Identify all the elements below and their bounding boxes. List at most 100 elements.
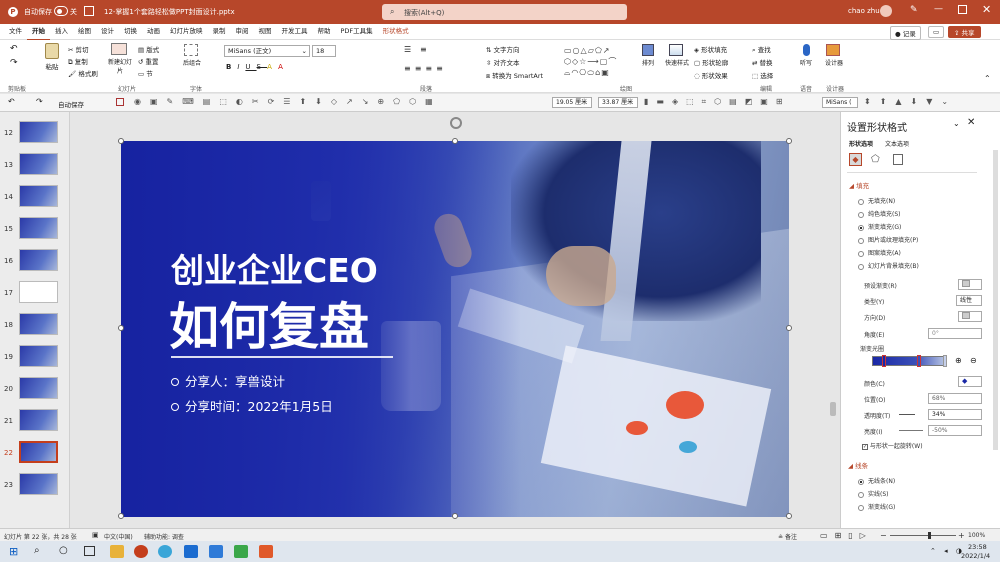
- font-size-select[interactable]: 18: [312, 45, 336, 57]
- bullets-icon[interactable]: ☰: [404, 45, 411, 54]
- tab-0[interactable]: 文件: [4, 24, 27, 39]
- pane-options-icon[interactable]: ⌄: [953, 119, 960, 128]
- gradient-stop-2[interactable]: [917, 355, 921, 367]
- slide-title-line2[interactable]: 如何复盘: [169, 287, 369, 359]
- maximize-icon[interactable]: [958, 5, 967, 14]
- present-icon[interactable]: ▭: [928, 26, 945, 38]
- redo-small-icon[interactable]: ↷: [36, 97, 43, 106]
- strike-icon[interactable]: S: [257, 63, 268, 71]
- slide-thumbnail[interactable]: [19, 409, 58, 431]
- ribbon-collapse-icon[interactable]: ⌃: [984, 74, 991, 83]
- highlight-icon[interactable]: A: [267, 63, 278, 71]
- windows-start-icon[interactable]: ⊞: [9, 545, 18, 558]
- transparency-slider[interactable]: [899, 414, 915, 415]
- resize-handle[interactable]: [452, 138, 458, 144]
- clock-date[interactable]: 2022/1/4: [961, 552, 990, 560]
- save-small-icon[interactable]: [116, 98, 124, 106]
- search-box[interactable]: ⌕ 搜索(Alt+Q): [382, 4, 627, 20]
- zoom-slider[interactable]: [890, 532, 956, 539]
- select-button[interactable]: ⬚ 选择: [752, 70, 773, 80]
- slide-thumbnail[interactable]: [19, 185, 58, 207]
- powerpoint-taskbar-icon[interactable]: [134, 545, 148, 558]
- pane-close-icon[interactable]: ✕: [967, 117, 975, 128]
- record-button[interactable]: ● 记录: [890, 26, 921, 40]
- autosave-toggle[interactable]: [54, 6, 68, 16]
- resize-handle[interactable]: [118, 513, 124, 519]
- file-name[interactable]: 12-掌握1个套路轻松做PPT封面设计.pptx: [104, 7, 235, 17]
- slide-thumbnail[interactable]: [19, 249, 58, 271]
- align-text-button[interactable]: ⇳ 对齐文本: [486, 57, 520, 67]
- tray-icons[interactable]: ⌃ ◂ ◑: [930, 547, 965, 555]
- quick-styles-button[interactable]: 快速样式: [664, 44, 689, 67]
- align-left-icon[interactable]: ≡: [404, 64, 415, 73]
- close-icon[interactable]: ✕: [982, 3, 991, 16]
- gradient-stop-1[interactable]: [882, 355, 886, 367]
- notes-button[interactable]: ≗ 备注: [778, 532, 797, 541]
- clock-time[interactable]: 23:58: [968, 543, 987, 551]
- brightness-field[interactable]: -50%: [928, 425, 982, 436]
- undo-small-icon[interactable]: ↶: [8, 97, 15, 106]
- sharer-row[interactable]: 分享人：享兽设计: [171, 371, 285, 390]
- slide-thumbnail[interactable]: [19, 281, 58, 303]
- tab-11[interactable]: 开发工具: [277, 24, 313, 39]
- slide-thumbnail[interactable]: [19, 441, 58, 463]
- zoom-thumb[interactable]: [928, 532, 931, 539]
- sorter-view-icon[interactable]: ⊞: [835, 531, 849, 540]
- tab-7[interactable]: 幻灯片放映: [165, 24, 208, 39]
- tab-shape-options[interactable]: 形状选项: [849, 139, 873, 148]
- fill-option[interactable]: 图案填充(A): [858, 249, 901, 258]
- shape-outline-button[interactable]: ▢ 形状轮廓: [694, 57, 728, 67]
- slideshow-icon[interactable]: ▷: [860, 531, 873, 540]
- user-name[interactable]: chao zhu: [848, 7, 880, 15]
- tab-5[interactable]: 切换: [119, 24, 142, 39]
- app-camtasia-icon[interactable]: [234, 545, 248, 558]
- arrange-button[interactable]: 排列: [638, 44, 658, 67]
- resize-handle[interactable]: [118, 138, 124, 144]
- zoom-out-icon[interactable]: −: [880, 531, 887, 540]
- minimize-icon[interactable]: —: [934, 4, 943, 14]
- slide-thumbnail[interactable]: [19, 153, 58, 175]
- add-stop-icon[interactable]: ⊕: [955, 356, 962, 365]
- find-button[interactable]: ⌕ 查找: [752, 44, 771, 55]
- resize-handle[interactable]: [786, 138, 792, 144]
- fill-option[interactable]: 纯色填充(S): [858, 210, 901, 219]
- cut-button[interactable]: ✂ 剪切: [68, 44, 89, 54]
- reset-button[interactable]: ↺ 重置: [138, 56, 159, 66]
- text-direction-button[interactable]: ⇅ 文字方向: [486, 44, 520, 54]
- numbering-icon[interactable]: ≡: [420, 45, 427, 54]
- type-select[interactable]: 线性: [956, 295, 982, 306]
- spell-check-icon[interactable]: ▣: [92, 531, 99, 539]
- pen-icon[interactable]: ✎: [910, 5, 918, 15]
- slide-thumbnail[interactable]: [19, 313, 58, 335]
- align-right-icon[interactable]: ≡: [425, 64, 436, 73]
- paste-button[interactable]: 粘贴: [42, 43, 62, 71]
- dictate-button[interactable]: 听写: [796, 44, 816, 67]
- app-w-icon[interactable]: [158, 545, 172, 558]
- language-label[interactable]: 中文(中国): [104, 532, 133, 541]
- font-name-select[interactable]: MiSans (正文) ⌄: [224, 45, 310, 57]
- designer-button[interactable]: 设计器: [822, 44, 844, 67]
- avatar[interactable]: [880, 5, 892, 17]
- fill-option[interactable]: 幻灯片背景填充(B): [858, 262, 919, 271]
- resize-handle[interactable]: [118, 325, 124, 331]
- slide[interactable]: 创业企业CEO 如何复盘 分享人：享兽设计 分享时间：2022年1月5日: [121, 141, 789, 517]
- replace-button[interactable]: ⇄ 替换: [752, 57, 773, 67]
- underline-icon[interactable]: U: [245, 63, 256, 71]
- tab-text-options[interactable]: 文本选项: [885, 139, 909, 148]
- normal-view-icon[interactable]: ▭: [820, 531, 835, 540]
- width-field[interactable]: 19.05 厘米: [552, 97, 592, 108]
- resize-handle[interactable]: [452, 513, 458, 519]
- slide-thumbnail[interactable]: [19, 473, 58, 495]
- task-view-icon[interactable]: ○: [59, 545, 68, 556]
- line-option[interactable]: 实线(S): [858, 490, 889, 499]
- tab-9[interactable]: 审阅: [231, 24, 254, 39]
- resize-handle[interactable]: [786, 513, 792, 519]
- effects-icon[interactable]: ⬠: [871, 154, 880, 165]
- tab-1[interactable]: 开始: [27, 24, 50, 41]
- height-field[interactable]: 33.87 厘米: [598, 97, 638, 108]
- rotate-handle-icon[interactable]: [450, 117, 462, 129]
- copy-button[interactable]: ⧉ 复制: [68, 56, 88, 67]
- align-center-icon[interactable]: ≡: [415, 64, 426, 73]
- remove-stop-icon[interactable]: ⊖: [970, 356, 977, 365]
- pane-scrollbar[interactable]: [993, 150, 998, 450]
